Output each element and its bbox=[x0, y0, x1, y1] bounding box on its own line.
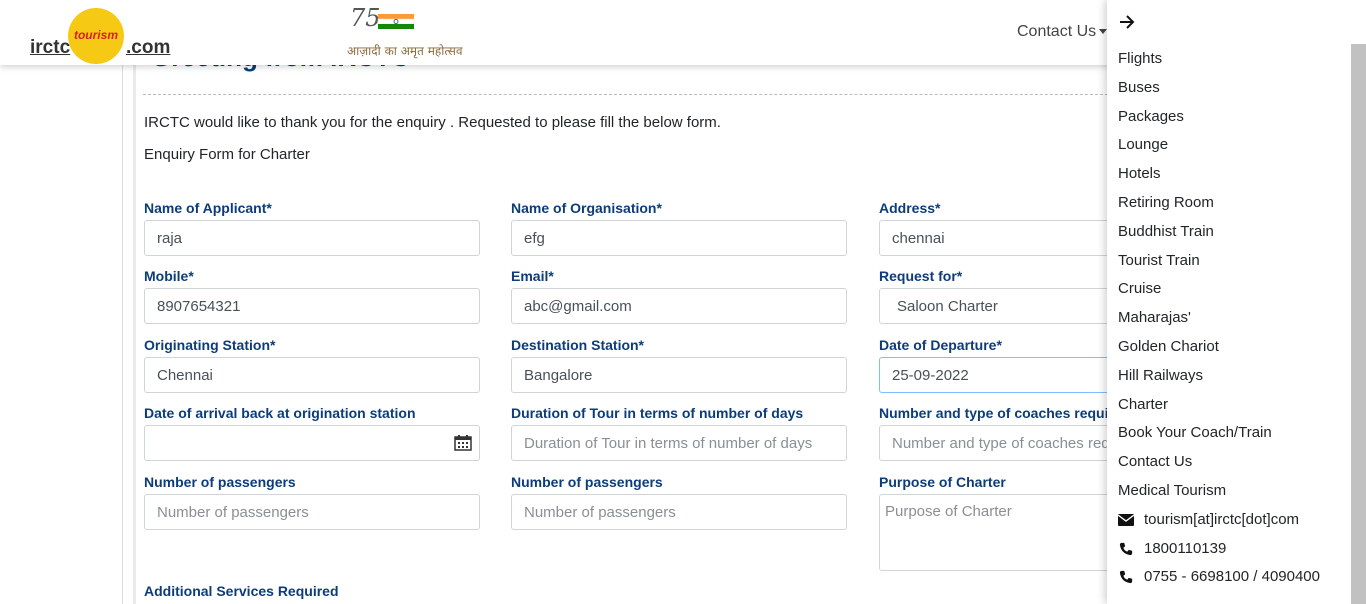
origin-input[interactable]: Chennai bbox=[144, 357, 480, 393]
contact-phone-2-text: 0755 - 6698100 / 4090400 bbox=[1144, 568, 1320, 585]
email-label: Email* bbox=[511, 268, 554, 284]
form-title: Enquiry Form for Charter bbox=[144, 146, 310, 163]
envelope-icon bbox=[1118, 513, 1134, 526]
menu-item-buddhist-train[interactable]: Buddhist Train bbox=[1118, 223, 1214, 240]
contact-email[interactable]: tourism[at]irctc[dot]com bbox=[1118, 511, 1299, 528]
menu-item-retiring-room[interactable]: Retiring Room bbox=[1118, 194, 1214, 211]
phone-icon bbox=[1119, 570, 1133, 583]
duration-label: Duration of Tour in terms of number of d… bbox=[511, 405, 804, 421]
irctc-tourism-logo[interactable]: irctc tourism .com bbox=[28, 6, 178, 64]
departure-label: Date of Departure* bbox=[879, 337, 1002, 353]
request-label: Request for* bbox=[879, 268, 963, 284]
contact-us-dropdown[interactable]: Contact Us bbox=[1017, 23, 1108, 41]
duration-input[interactable]: Duration of Tour in terms of number of d… bbox=[511, 425, 847, 461]
divider bbox=[143, 94, 1123, 95]
coaches-label: Number and type of coaches required bbox=[879, 405, 1131, 421]
contact-us-label: Contact Us bbox=[1017, 23, 1097, 40]
arrival-label: Date of arrival back at origination stat… bbox=[144, 405, 416, 421]
menu-item-tourist-train[interactable]: Tourist Train bbox=[1118, 252, 1200, 269]
destination-label: Destination Station* bbox=[511, 337, 645, 353]
passengers-label-2: Number of passengers bbox=[511, 474, 663, 490]
contact-email-text: tourism[at]irctc[dot]com bbox=[1144, 511, 1300, 528]
azadi-emblem-icon: 75 bbox=[350, 4, 415, 32]
azadi-ka-amrit-mahotsav-logo: 75 आज़ादी का अमृत महोत्सव bbox=[346, 4, 463, 58]
caret-down-icon bbox=[1099, 29, 1108, 35]
content-side-bar bbox=[133, 0, 136, 604]
menu-item-cruise[interactable]: Cruise bbox=[1118, 280, 1161, 297]
menu-item-charter[interactable]: Charter bbox=[1118, 396, 1168, 413]
contact-phone-1-text: 1800110139 bbox=[1144, 540, 1227, 557]
passengers-label: Number of passengers bbox=[144, 474, 296, 490]
menu-item-flights[interactable]: Flights bbox=[1118, 50, 1162, 67]
menu-item-buses[interactable]: Buses bbox=[1118, 79, 1160, 96]
origin-label: Originating Station* bbox=[144, 337, 276, 353]
passengers-input[interactable]: Number of passengers bbox=[144, 494, 480, 530]
mobile-label: Mobile* bbox=[144, 268, 194, 284]
passengers-input-2[interactable]: Number of passengers bbox=[511, 494, 847, 530]
azadi-text: आज़ादी का अमृत महोत्सव bbox=[347, 44, 463, 58]
organisation-input[interactable]: efg bbox=[511, 220, 847, 256]
menu-item-maharajas[interactable]: Maharajas' bbox=[1118, 309, 1191, 326]
address-label: Address* bbox=[879, 200, 941, 216]
side-menu-drawer: Flights Buses Packages Lounge Hotels Ret… bbox=[1107, 0, 1366, 604]
menu-item-medical-tourism[interactable]: Medical Tourism bbox=[1118, 482, 1226, 499]
purpose-label: Purpose of Charter bbox=[879, 474, 1006, 490]
contact-phone-1[interactable]: 1800110139 bbox=[1118, 540, 1226, 557]
svg-text:75: 75 bbox=[350, 4, 381, 32]
menu-item-hotels[interactable]: Hotels bbox=[1118, 165, 1161, 182]
calendar-icon[interactable] bbox=[454, 435, 472, 451]
organisation-label: Name of Organisation* bbox=[511, 200, 662, 216]
phone-icon bbox=[1119, 542, 1133, 555]
email-input[interactable]: abc@gmail.com bbox=[511, 288, 847, 324]
main-content: Greeting from IRCTC IRCTC would like to … bbox=[122, 0, 1215, 604]
mobile-input[interactable]: 8907654321 bbox=[144, 288, 480, 324]
menu-item-golden-chariot[interactable]: Golden Chariot bbox=[1118, 338, 1219, 355]
logo-text-left: irctc bbox=[30, 37, 71, 58]
applicant-label: Name of Applicant* bbox=[144, 200, 272, 216]
menu-item-contact-us[interactable]: Contact Us bbox=[1118, 453, 1192, 470]
menu-item-book-your-coach[interactable]: Book Your Coach/Train bbox=[1118, 424, 1272, 441]
menu-item-hill-railways[interactable]: Hill Railways bbox=[1118, 367, 1203, 384]
arrow-right-icon[interactable] bbox=[1117, 12, 1137, 32]
menu-item-lounge[interactable]: Lounge bbox=[1118, 136, 1168, 153]
contact-phone-2[interactable]: 0755 - 6698100 / 4090400 bbox=[1118, 568, 1320, 585]
arrival-date-input[interactable] bbox=[144, 425, 480, 461]
destination-input[interactable]: Bangalore bbox=[511, 357, 847, 393]
intro-text: IRCTC would like to thank you for the en… bbox=[144, 114, 721, 131]
logo-badge: tourism bbox=[68, 8, 124, 64]
additional-services-label: Additional Services Required bbox=[144, 583, 339, 599]
page-scrollbar[interactable] bbox=[1351, 44, 1366, 604]
logo-text-right: .com bbox=[126, 37, 171, 58]
applicant-input[interactable]: raja bbox=[144, 220, 480, 256]
menu-item-packages[interactable]: Packages bbox=[1118, 108, 1184, 125]
logo-badge-text: tourism bbox=[73, 28, 118, 42]
